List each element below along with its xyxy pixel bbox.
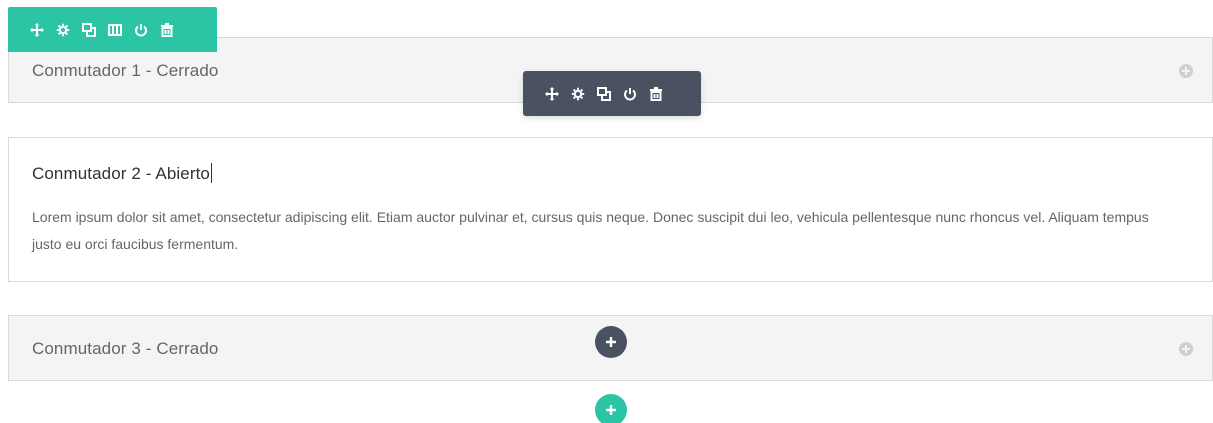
toggle-title[interactable]: Conmutador 1 - Cerrado [32, 61, 218, 81]
power-icon[interactable] [128, 7, 154, 52]
add-module-button[interactable] [595, 326, 627, 358]
text-cursor [210, 163, 212, 183]
plus-icon [606, 337, 616, 347]
expand-icon[interactable] [1179, 342, 1193, 356]
toggle-title-text[interactable]: Conmutador 2 - Abierto [32, 164, 210, 183]
trash-icon[interactable] [643, 71, 669, 116]
columns-icon[interactable] [102, 7, 128, 52]
toggle-2[interactable]: Conmutador 2 - Abierto Lorem ipsum dolor… [8, 137, 1213, 282]
expand-icon[interactable] [1179, 64, 1193, 78]
module-toolbar [523, 71, 701, 116]
trash-icon[interactable] [154, 7, 180, 52]
move-icon[interactable] [539, 71, 565, 116]
gear-icon[interactable] [565, 71, 591, 116]
move-icon[interactable] [24, 7, 50, 52]
power-icon[interactable] [617, 71, 643, 116]
plus-icon [606, 405, 616, 415]
toggle-title[interactable]: Conmutador 3 - Cerrado [32, 339, 218, 359]
toggle-body-text[interactable]: Lorem ipsum dolor sit amet, consectetur … [32, 204, 1172, 258]
row-toolbar [8, 7, 217, 52]
gear-icon[interactable] [50, 7, 76, 52]
builder-canvas: Conmutador 1 - Cerrado Conmutador 2 - Ab… [0, 0, 1213, 423]
add-row-button[interactable] [595, 394, 627, 423]
duplicate-icon[interactable] [76, 7, 102, 52]
toggle-title-editing[interactable]: Conmutador 2 - Abierto [32, 163, 212, 184]
duplicate-icon[interactable] [591, 71, 617, 116]
